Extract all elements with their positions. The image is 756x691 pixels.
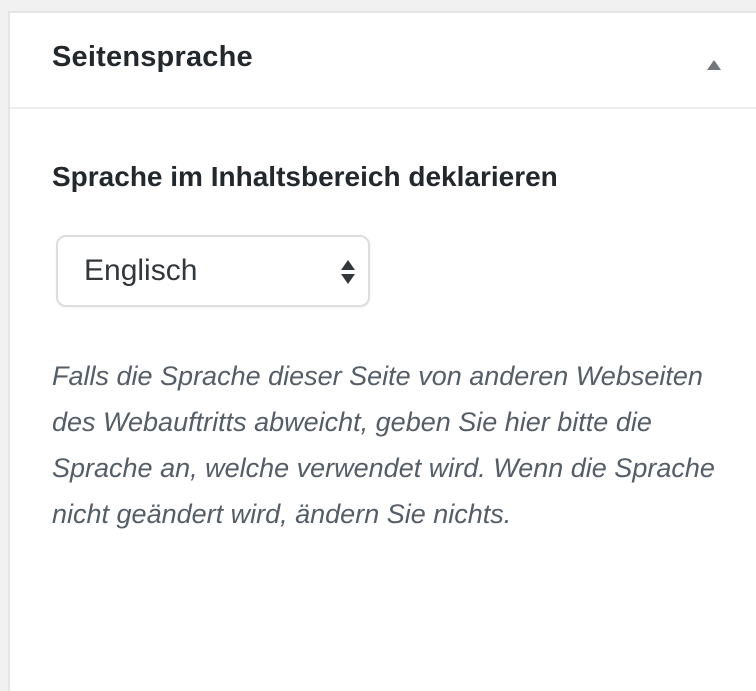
language-select-value: Englisch: [84, 254, 198, 287]
collapse-toggle-button[interactable]: [696, 51, 732, 79]
language-metabox: Seitensprache Sprache im Inhaltsbereich …: [8, 11, 756, 691]
language-description: Falls die Sprache dieser Seite von ander…: [52, 361, 715, 529]
language-field-label: Sprache im Inhaltsbereich deklarieren: [52, 161, 558, 192]
up-down-arrows-icon: [341, 260, 355, 284]
metabox-title: Seitensprache: [52, 41, 253, 73]
metabox-header[interactable]: Seitensprache: [10, 13, 756, 109]
arrow-up-icon: [707, 60, 721, 70]
language-select[interactable]: Englisch: [56, 235, 370, 307]
